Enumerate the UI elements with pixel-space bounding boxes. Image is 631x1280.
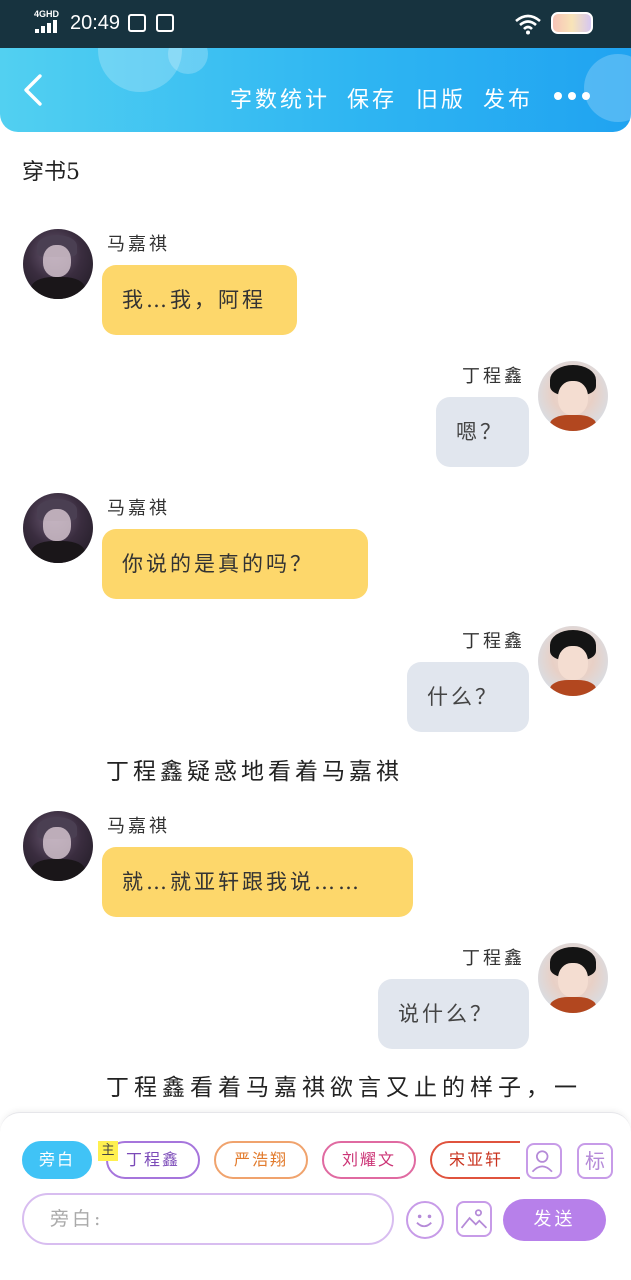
network-type: 4GHD: [34, 9, 60, 19]
more-options-icon[interactable]: [554, 90, 592, 102]
avatar-ding-chengxin[interactable]: [538, 361, 608, 431]
signal-icon: [35, 20, 61, 33]
wifi-icon: [515, 14, 541, 35]
message-bubble[interactable]: 我…我，阿程: [102, 265, 297, 335]
send-button[interactable]: 发送: [503, 1199, 606, 1241]
message-input[interactable]: 旁白:: [22, 1193, 394, 1245]
status-bar: 4GHD 20:49: [0, 0, 631, 48]
word-count-button[interactable]: 字数统计: [230, 82, 330, 114]
avatar-ma-jiaqi[interactable]: [23, 493, 93, 563]
speaker-name: 丁程鑫: [462, 948, 525, 969]
message-bubble[interactable]: 什么？: [407, 662, 529, 732]
speaker-name: 马嘉祺: [107, 816, 170, 837]
speaker-name: 丁程鑫: [462, 631, 525, 652]
role-chip-ding-chengxin[interactable]: 丁程鑫: [106, 1141, 200, 1179]
message-bubble[interactable]: 就…就亚轩跟我说……: [102, 847, 413, 917]
speaker-name: 马嘉祺: [107, 498, 170, 519]
tag-button[interactable]: 标: [577, 1143, 613, 1179]
role-chip-liu-yaowen[interactable]: 刘耀文: [322, 1141, 416, 1179]
main-role-badge: 主: [98, 1141, 118, 1161]
avatar-ma-jiaqi[interactable]: [23, 811, 93, 881]
character-manage-icon[interactable]: [526, 1143, 562, 1179]
narration-text[interactable]: 丁程鑫看着马嘉祺欲言又止的样子，一: [106, 1068, 582, 1102]
clock: 20:49: [70, 12, 121, 34]
role-chip-yan-haoxiang[interactable]: 严浩翔: [214, 1141, 308, 1179]
speaker-name: 丁程鑫: [462, 366, 525, 387]
old-version-button[interactable]: 旧版: [416, 82, 466, 114]
battery-icon: [551, 12, 593, 34]
image-icon[interactable]: [456, 1201, 492, 1237]
composer-panel: 旁白 丁程鑫 主 严浩翔 刘耀文 宋亚轩 标 旁白: 发送: [0, 1112, 631, 1280]
back-button[interactable]: [14, 68, 54, 112]
avatar-ma-jiaqi[interactable]: [23, 229, 93, 299]
screenshot-icon: [128, 14, 146, 32]
role-chip-narrator[interactable]: 旁白: [22, 1141, 92, 1179]
message-bubble[interactable]: 嗯？: [436, 397, 529, 467]
message-bubble[interactable]: 你说的是真的吗？: [102, 529, 368, 599]
message-bubble[interactable]: 说什么？: [378, 979, 529, 1049]
decor-bubble: [584, 54, 631, 122]
avatar-ding-chengxin[interactable]: [538, 943, 608, 1013]
editor-header: 字数统计 保存 旧版 发布: [0, 48, 631, 132]
chapter-title: 穿书5: [22, 160, 80, 185]
save-button[interactable]: 保存: [347, 82, 397, 114]
publish-button[interactable]: 发布: [483, 82, 533, 114]
emoji-icon[interactable]: [406, 1201, 444, 1239]
role-chip-song-yaxuan[interactable]: 宋亚轩: [430, 1141, 520, 1179]
speaker-name: 马嘉祺: [107, 234, 170, 255]
gallery-icon: [156, 14, 174, 32]
narration-text[interactable]: 丁程鑫疑惑地看着马嘉祺: [106, 752, 403, 786]
avatar-ding-chengxin[interactable]: [538, 626, 608, 696]
